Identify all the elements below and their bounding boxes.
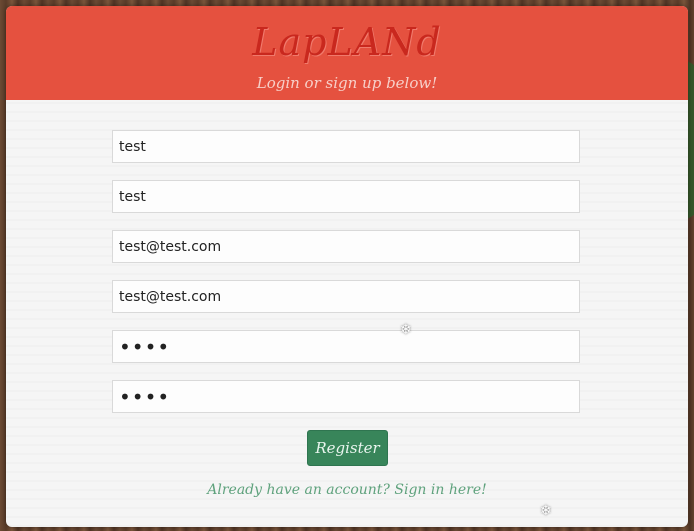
first-name-field[interactable] <box>112 130 580 163</box>
header-subtitle: Login or sign up below! <box>256 74 438 92</box>
snowflake-icon: ❄ <box>400 322 412 338</box>
confirm-password-field[interactable] <box>112 380 580 413</box>
snowflake-icon: ❄ <box>540 503 552 519</box>
sign-in-link[interactable]: Already have an account? Sign in here! <box>6 482 688 498</box>
password-field[interactable] <box>112 330 580 363</box>
email-field[interactable] <box>112 230 580 263</box>
header-banner: LapLANd Login or sign up below! <box>6 6 688 100</box>
register-button[interactable]: Register <box>307 430 388 466</box>
auth-card: LapLANd Login or sign up below! Register… <box>6 6 688 527</box>
last-name-field[interactable] <box>112 180 580 213</box>
confirm-email-field[interactable] <box>112 280 580 313</box>
app-logo: LapLANd <box>252 20 442 64</box>
